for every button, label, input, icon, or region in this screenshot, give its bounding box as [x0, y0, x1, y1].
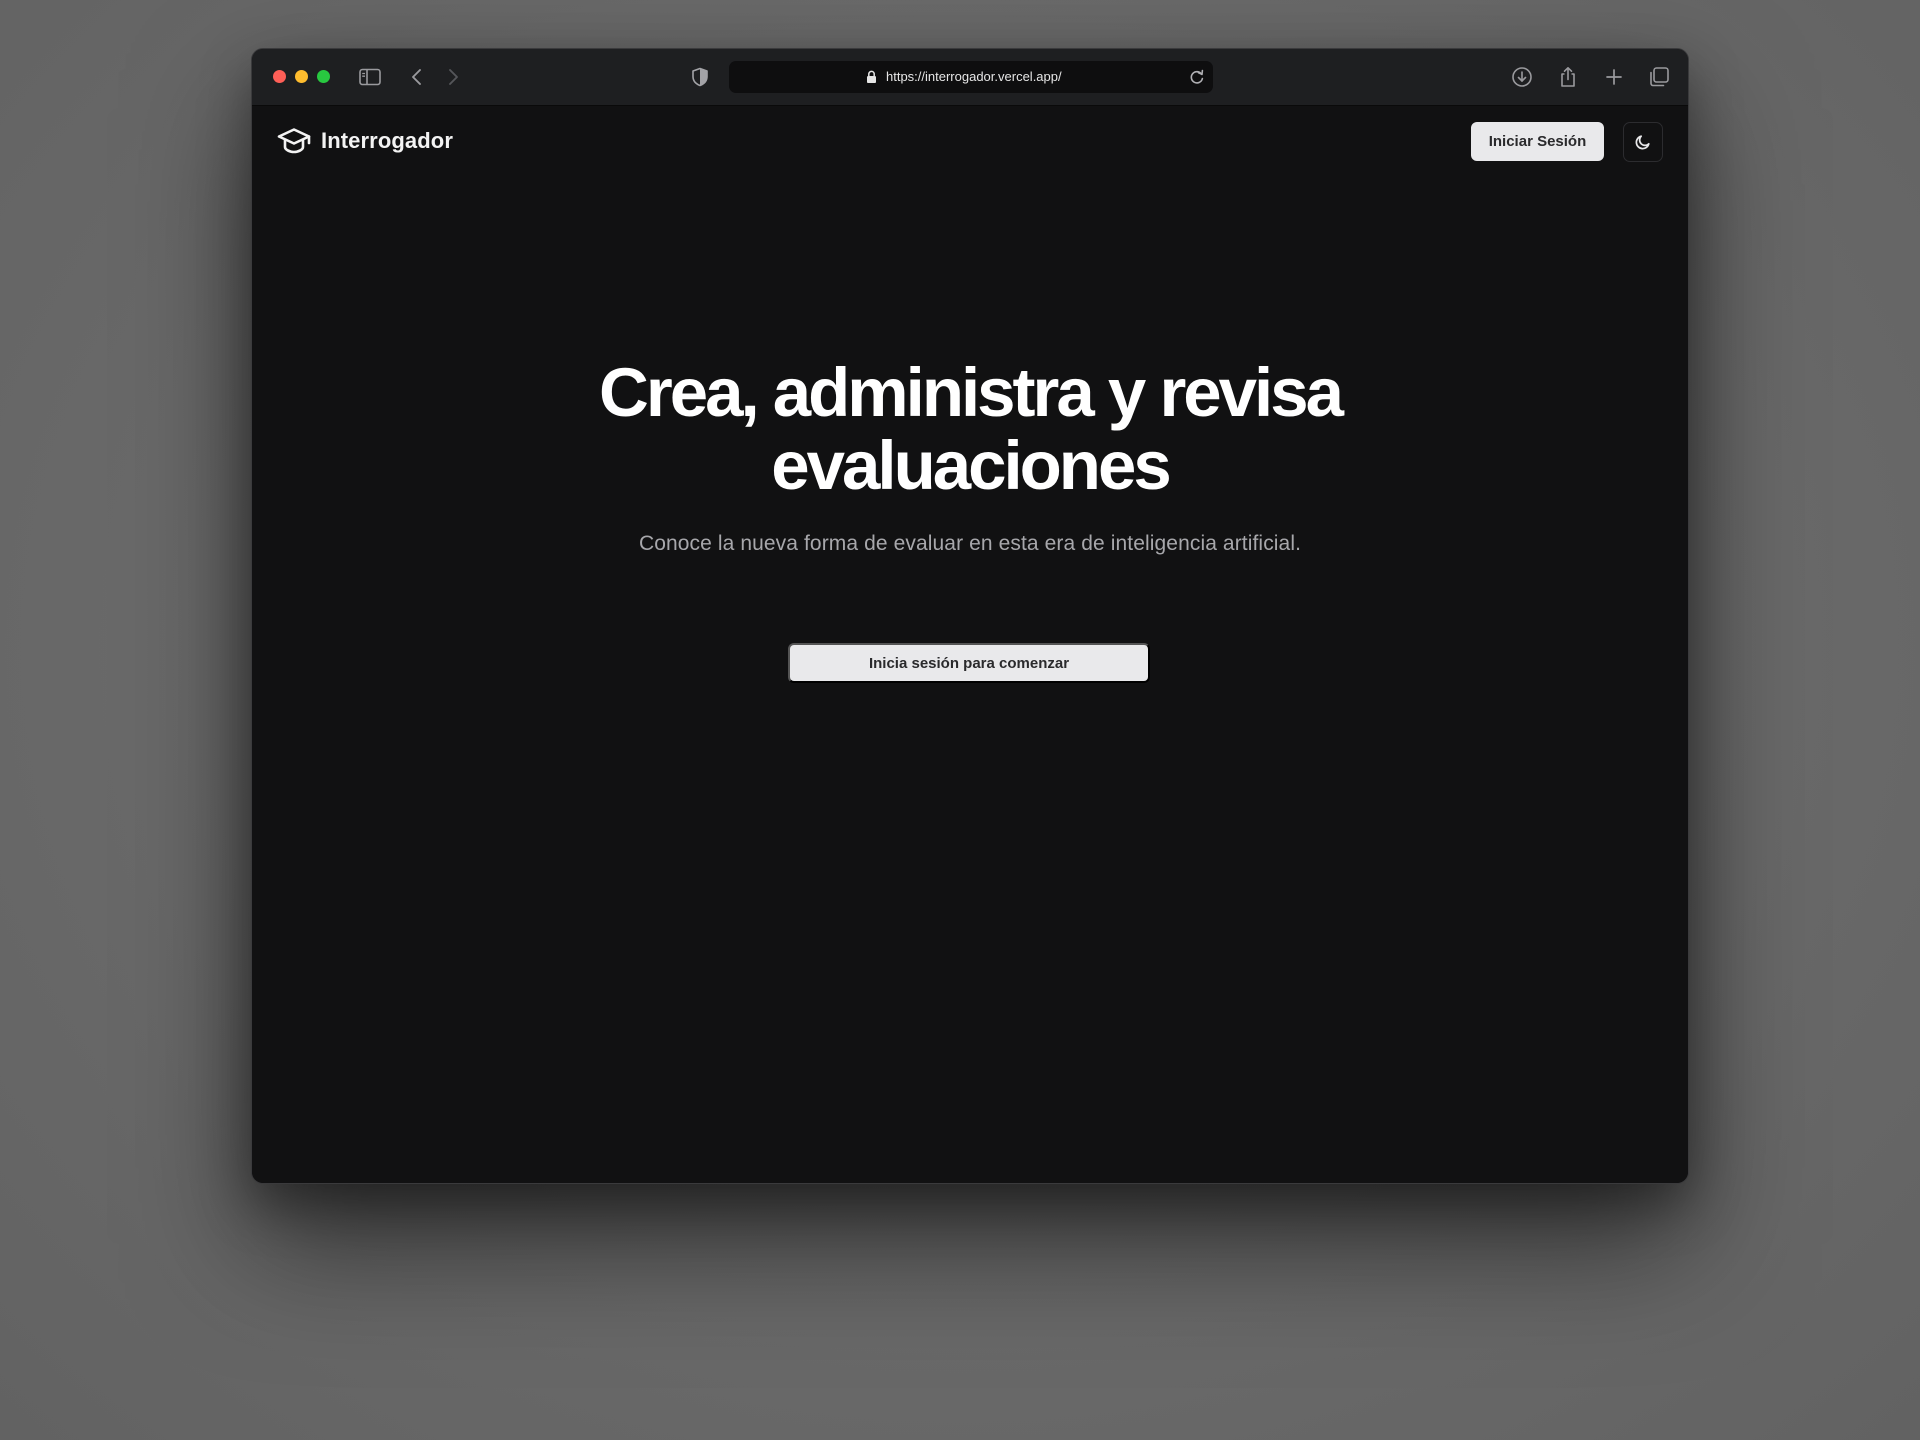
privacy-shield-icon[interactable]: [688, 65, 712, 89]
minimize-window-button[interactable]: [295, 70, 308, 83]
sidebar-icon[interactable]: [358, 65, 382, 89]
lock-icon: [866, 70, 877, 89]
forward-icon[interactable]: [441, 65, 465, 89]
theme-toggle-button[interactable]: [1623, 122, 1663, 162]
tabs-overview-icon[interactable]: [1647, 65, 1671, 89]
share-icon[interactable]: [1556, 65, 1580, 89]
download-icon[interactable]: [1510, 65, 1534, 89]
brand-name: Interrogador: [321, 128, 453, 153]
address-bar[interactable]: https://interrogador.vercel.app/: [729, 61, 1213, 93]
url-text: https://interrogador.vercel.app/: [886, 69, 1062, 84]
close-window-button[interactable]: [273, 70, 286, 83]
hero-subtitle: Conoce la nueva forma de evaluar en esta…: [638, 532, 1302, 555]
start-login-button[interactable]: Inicia sesión para comenzar: [788, 643, 1150, 683]
moon-icon: [1635, 135, 1650, 150]
new-tab-icon[interactable]: [1602, 65, 1626, 89]
hero-title-line-1: Crea, administra y revisa: [599, 354, 1344, 431]
browser-window: https://interrogador.vercel.app/ Interro…: [251, 48, 1689, 1184]
zoom-window-button[interactable]: [317, 70, 330, 83]
hero-title-line-2: evaluaciones: [771, 427, 1171, 504]
web-page: Interrogador Iniciar Sesión Crea, admini…: [252, 106, 1688, 1183]
graduation-cap-icon: [277, 128, 311, 154]
hero-section: Crea, administra y revisa evaluaciones C…: [252, 356, 1688, 556]
reload-icon[interactable]: [1189, 68, 1205, 91]
hero-title: Crea, administra y revisa evaluaciones: [560, 356, 1380, 502]
back-icon[interactable]: [405, 65, 429, 89]
browser-toolbar: https://interrogador.vercel.app/: [252, 49, 1688, 106]
login-button[interactable]: Iniciar Sesión: [1471, 122, 1604, 161]
brand-logo[interactable]: Interrogador: [277, 126, 453, 156]
